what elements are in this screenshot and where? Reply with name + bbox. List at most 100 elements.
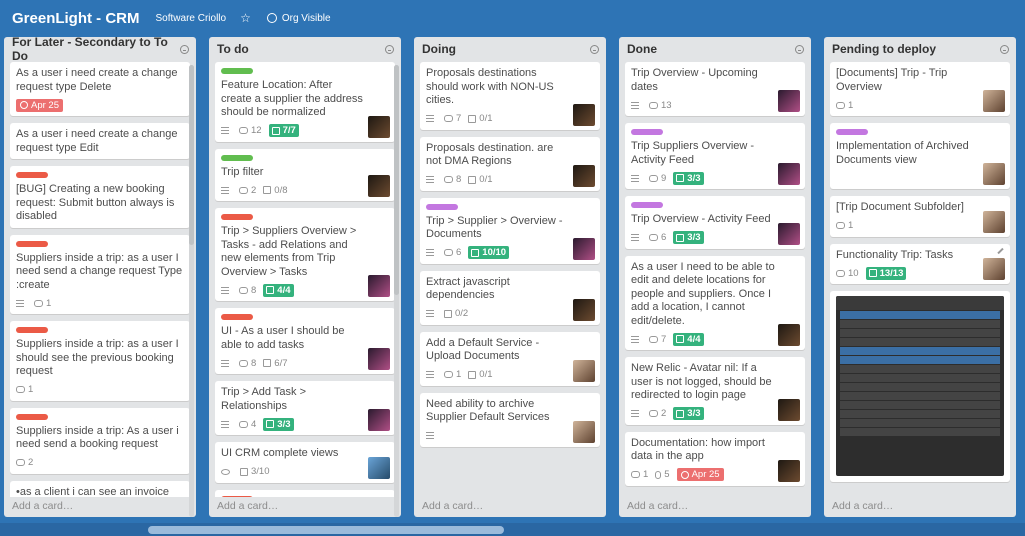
card[interactable]: As a user I need to be able to edit and … bbox=[625, 255, 805, 350]
card[interactable]: Add a Default Service - Upload Documents… bbox=[420, 331, 600, 386]
add-card-link[interactable]: Add a card… bbox=[12, 500, 73, 512]
visibility-button[interactable]: Org Visible bbox=[266, 13, 331, 24]
member-avatar[interactable] bbox=[368, 115, 390, 138]
card-title: •as a client i can see an invoice bbox=[16, 485, 170, 498]
star-icon[interactable]: ☆ bbox=[240, 11, 251, 25]
card[interactable]: Implementation of Archived Documents vie… bbox=[830, 123, 1010, 189]
card[interactable]: As a user i need create a change request… bbox=[10, 123, 190, 159]
card[interactable]: Trip > Add Task > Relationships 4 3/3 bbox=[215, 381, 395, 435]
horizontal-scroll-thumb[interactable] bbox=[148, 526, 504, 534]
label-red bbox=[16, 413, 48, 420]
organization-link[interactable]: Software Criollo bbox=[156, 13, 227, 24]
list-title[interactable]: Done bbox=[627, 42, 657, 56]
member-avatar[interactable] bbox=[983, 258, 1005, 280]
comment-icon bbox=[239, 359, 248, 367]
card[interactable]: [BUG] Creating a new booking request: Su… bbox=[10, 166, 190, 228]
add-card-link[interactable]: Add a card… bbox=[217, 500, 278, 512]
list-menu-icon[interactable] bbox=[795, 44, 804, 54]
card[interactable]: Extract javascript dependencies 0/2 bbox=[420, 270, 600, 325]
card[interactable] bbox=[215, 489, 395, 497]
cover-row bbox=[840, 329, 1000, 337]
member-avatar[interactable] bbox=[573, 298, 595, 321]
horizontal-scrollbar[interactable] bbox=[0, 523, 1025, 536]
list-scrollbar[interactable] bbox=[189, 65, 194, 517]
card[interactable]: Functionality Trip: Tasks 10 13/13 bbox=[830, 243, 1010, 284]
member-avatar[interactable] bbox=[573, 103, 595, 126]
list-title[interactable]: For Later - Secondary to To Do bbox=[12, 37, 180, 63]
card-list: Feature Location: After create a supplie… bbox=[209, 62, 401, 497]
list-menu-icon[interactable] bbox=[590, 44, 599, 54]
add-card-link[interactable]: Add a card… bbox=[422, 500, 483, 512]
card[interactable]: UI CRM complete views 3/10 bbox=[215, 442, 395, 483]
member-avatar[interactable] bbox=[368, 456, 390, 479]
board-title[interactable]: GreenLight - CRM bbox=[12, 10, 140, 27]
checklist-badge: 0/2 bbox=[444, 308, 468, 319]
comments-badge: 10 bbox=[836, 268, 859, 279]
member-avatar[interactable] bbox=[368, 175, 390, 197]
list-menu-icon[interactable] bbox=[180, 44, 189, 54]
list-scroll-thumb[interactable] bbox=[394, 65, 399, 295]
list-menu-icon[interactable] bbox=[1000, 44, 1009, 54]
member-avatar[interactable] bbox=[368, 348, 390, 370]
comments-badge: 2 bbox=[16, 457, 33, 468]
list-scroll-thumb[interactable] bbox=[189, 65, 194, 245]
card-title: [Trip Document Subfolder] bbox=[836, 201, 964, 213]
member-avatar[interactable] bbox=[983, 90, 1005, 112]
card[interactable]: Suppliers inside a trip: as a user I nee… bbox=[10, 234, 190, 314]
member-avatar[interactable] bbox=[368, 409, 390, 431]
comments-badge: 1 bbox=[444, 369, 461, 380]
member-avatar[interactable] bbox=[778, 324, 800, 346]
member-avatar[interactable] bbox=[778, 398, 800, 421]
checklist-badge: 13/13 bbox=[865, 266, 907, 280]
card[interactable]: Trip filter 2 0/8 bbox=[215, 148, 395, 201]
checklist-icon bbox=[676, 335, 685, 343]
list-title[interactable]: Doing bbox=[422, 42, 456, 56]
member-avatar[interactable] bbox=[778, 90, 800, 112]
card[interactable]: Documentation: how import data in the ap… bbox=[625, 431, 805, 486]
member-avatar[interactable] bbox=[983, 163, 1005, 185]
card[interactable]: Suppliers inside a trip: As a user i nee… bbox=[10, 407, 190, 474]
card[interactable]: UI - As a user I should be able to add t… bbox=[215, 308, 395, 374]
card[interactable]: Trip > Supplier > Overview - Documents 6 1… bbox=[420, 197, 600, 264]
card[interactable]: [Trip Document Subfolder] 1 bbox=[830, 196, 1010, 237]
card-badges: 13 bbox=[631, 98, 775, 112]
add-card-link[interactable]: Add a card… bbox=[832, 500, 893, 512]
list-title[interactable]: To do bbox=[217, 42, 249, 56]
member-avatar[interactable] bbox=[778, 163, 800, 185]
member-avatar[interactable] bbox=[573, 164, 595, 187]
member-avatar[interactable] bbox=[573, 359, 595, 382]
card-title: [Documents] Trip - Trip Overview bbox=[836, 67, 948, 93]
card-badges: 6 3/3 bbox=[631, 231, 775, 245]
card[interactable]: Proposals destination. are not DMA Regio… bbox=[420, 136, 600, 191]
card[interactable]: Proposals destinations should work with … bbox=[420, 62, 600, 130]
member-avatar[interactable] bbox=[778, 459, 800, 482]
member-avatar[interactable] bbox=[983, 210, 1005, 233]
card[interactable]: New Relic - Avatar nil: If a user is not… bbox=[625, 357, 805, 425]
card[interactable]: Suppliers inside a trip: as a user I sho… bbox=[10, 321, 190, 401]
card-title: Trip > Add Task > Relationships bbox=[221, 386, 306, 412]
list-menu-icon[interactable] bbox=[385, 44, 394, 54]
cover-row bbox=[840, 365, 1000, 373]
list-scrollbar[interactable] bbox=[394, 65, 399, 517]
card[interactable]: •as a client i can see an invoice1/2 bbox=[10, 480, 190, 498]
pencil-icon[interactable] bbox=[997, 247, 1004, 254]
add-card-link[interactable]: Add a card… bbox=[627, 500, 688, 512]
card[interactable]: [Documents] Trip - Trip Overview 1 bbox=[830, 62, 1010, 116]
cover-row bbox=[840, 419, 1000, 427]
label-red bbox=[221, 495, 253, 497]
cover-row bbox=[840, 320, 1000, 328]
card[interactable]: Need ability to archive Supplier Default… bbox=[420, 392, 600, 447]
card[interactable]: Trip > Suppliers Overview > Tasks - add … bbox=[215, 208, 395, 301]
card[interactable]: Trip Overview - Upcoming dates 13 bbox=[625, 62, 805, 116]
member-avatar[interactable] bbox=[368, 275, 390, 297]
card[interactable]: As a user i need create a change request… bbox=[10, 62, 190, 116]
card[interactable]: Trip Overview - Activity Feed 6 3/3 bbox=[625, 196, 805, 249]
card-title: [BUG] Creating a new booking request: Su… bbox=[16, 183, 175, 222]
member-avatar[interactable] bbox=[573, 237, 595, 260]
list-title[interactable]: Pending to deploy bbox=[832, 42, 936, 56]
card[interactable] bbox=[830, 291, 1010, 482]
member-avatar[interactable] bbox=[573, 420, 595, 443]
card[interactable]: Trip Suppliers Overview - Activity Feed 9… bbox=[625, 123, 805, 189]
card[interactable]: Feature Location: After create a supplie… bbox=[215, 62, 395, 142]
member-avatar[interactable] bbox=[778, 222, 800, 245]
